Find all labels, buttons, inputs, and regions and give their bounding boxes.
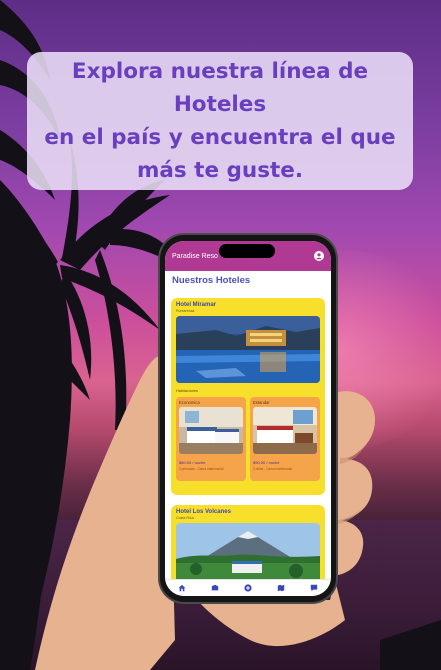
hotel-location: Puntarenas: [176, 309, 195, 313]
phone-mockup: Paradise Reso Nuestros Hoteles Hotel Mir…: [160, 235, 336, 602]
add-icon[interactable]: [243, 583, 253, 593]
rooms-section-label: Habitaciones: [176, 389, 198, 393]
hotel-photo: [176, 523, 320, 583]
room-card[interactable]: Estandar $90.00 / noche 2 niños - Cama m…: [250, 397, 320, 481]
hotel-photo: [176, 316, 320, 383]
profile-icon[interactable]: [314, 251, 324, 261]
room-price: $80.00 / noche: [179, 460, 206, 465]
hotel-icon[interactable]: [210, 583, 220, 593]
hotel-location: Costa Rica: [176, 516, 194, 520]
page-title: Nuestros Hoteles: [172, 275, 251, 286]
hotel-card[interactable]: Hotel Miramar Puntarenas Habitaciones Ec…: [171, 298, 325, 495]
room-type: Economica: [179, 400, 200, 405]
room-description: 2 niños - Cama matrimonial: [253, 467, 292, 471]
hotel-name: Hotel Los Volcanes: [176, 509, 231, 515]
phone-screen: Paradise Reso Nuestros Hoteles Hotel Mir…: [165, 241, 331, 596]
room-description: 2 personas - Cama matrimonial: [179, 467, 224, 471]
room-photo: [179, 407, 243, 454]
person-icon: [316, 253, 322, 260]
dynamic-island: [219, 244, 275, 258]
room-card[interactable]: Economica $80.00 / noche 2 personas - Ca…: [176, 397, 246, 481]
room-price: $90.00 / noche: [253, 460, 280, 465]
room-photo: [253, 407, 317, 454]
home-icon[interactable]: [177, 583, 187, 593]
room-list: Economica $80.00 / noche 2 personas - Ca…: [176, 397, 320, 481]
app-title: Paradise Reso: [172, 252, 218, 260]
chat-icon[interactable]: [309, 583, 319, 593]
map-icon[interactable]: [276, 583, 286, 593]
bottom-navigation: [165, 579, 331, 596]
room-type: Estandar: [253, 400, 270, 405]
hotel-name: Hotel Miramar: [176, 302, 217, 308]
